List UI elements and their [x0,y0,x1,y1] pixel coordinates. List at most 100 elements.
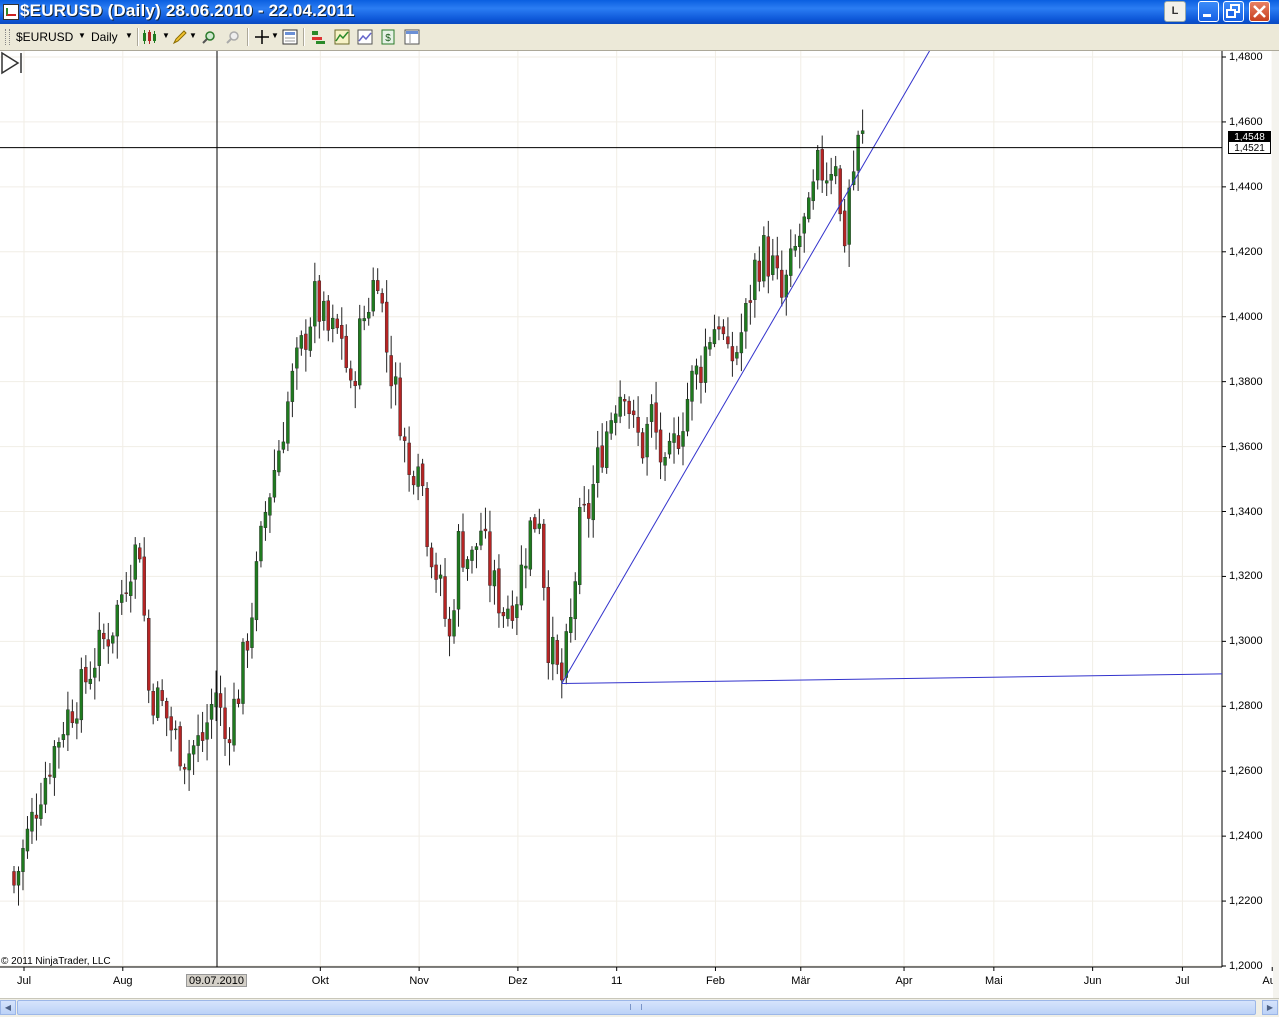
candle-body [721,326,726,335]
scroll-right-button[interactable]: ▶ [1262,1000,1278,1015]
candle-body [12,871,16,886]
chart-trader-icon[interactable] [357,29,373,45]
candle-body [452,610,456,637]
x-axis-tick-label: Dez [508,975,528,987]
close-button[interactable] [1249,1,1270,22]
chart-toolbar: $EURUSD ▼ Daily ▼ ▼ ▼ ▼ $ [0,24,1279,51]
zoom-in-icon[interactable] [201,29,217,45]
instrument-dropdown-icon[interactable]: ▼ [78,31,86,40]
candle-body [636,416,640,433]
link-button[interactable]: L [1164,1,1186,22]
candle-body [690,370,694,402]
candle-body [70,711,75,724]
candle-body [506,608,510,619]
candle-body [281,441,286,450]
candle-body [380,293,384,304]
candle-body [272,470,277,498]
candle-body [398,377,402,437]
candle-body [407,442,411,475]
candle-body [757,260,762,282]
candle-body [753,259,757,300]
candle-body [681,431,685,447]
candle-body [111,635,115,644]
candle-body [564,631,568,678]
crosshair-dropdown-icon[interactable]: ▼ [271,31,279,40]
candle-body [263,511,268,528]
candle-body [461,531,465,568]
candle-body [793,246,797,251]
candle-body [358,318,362,386]
chart-panel[interactable]: © 2011 NinjaTrader, LLC 09.07.2010 1,454… [0,51,1279,998]
candle-body [155,687,160,718]
crosshair-price-tag: 1,4521 [1228,141,1271,154]
restore-icon [1226,4,1240,18]
x-axis-tick-label: 11 [610,975,623,987]
period-selector[interactable]: Daily [91,30,118,44]
candle-body [411,476,416,486]
drawing-tools-icon[interactable] [172,29,188,45]
candle-body [434,564,438,580]
chart-style-dropdown-icon[interactable]: ▼ [162,31,170,40]
candle-body [726,336,730,345]
candle-body [52,746,57,778]
candle-body [456,531,461,610]
candle-body [21,848,25,872]
candle-body [160,690,164,701]
candle-body [560,662,564,681]
orders-icon[interactable]: $ [380,29,396,45]
indicators-icon[interactable] [334,29,350,45]
candle-body [245,640,250,651]
chart-style-icon[interactable] [142,29,162,45]
crosshair-icon[interactable] [254,29,270,45]
candle-body [344,335,348,368]
candle-body [250,617,254,648]
drawing-tools-dropdown-icon[interactable]: ▼ [189,31,197,40]
scroll-left-button[interactable]: ◀ [0,1000,16,1015]
strategies-icon[interactable] [311,29,327,45]
zoom-out-icon[interactable] [225,29,241,45]
candle-body [290,370,295,402]
candle-body [146,618,151,691]
y-axis-tick-label: 1,2200 [1229,895,1263,908]
y-axis-tick-label: 1,4000 [1229,310,1263,323]
candle-body [766,236,771,277]
candle-body [515,604,519,618]
close-icon [1253,5,1266,18]
candle-body [416,466,420,487]
y-axis-tick-label: 1,4600 [1229,115,1263,128]
candle-body [735,352,739,359]
svg-text:$: $ [385,33,391,44]
candle-body [739,332,744,354]
restore-button[interactable] [1223,1,1244,22]
data-box-icon[interactable] [282,29,298,45]
instrument-selector[interactable]: $EURUSD [16,30,73,44]
candle-body [699,366,703,383]
x-axis-tick-label: Apr [895,975,913,987]
candle-body [672,433,676,443]
window-title: $EURUSD (Daily) 28.06.2010 - 22.04.2011 [20,1,355,20]
candle-body [658,429,663,463]
candle-body [317,280,322,322]
candle-body [622,399,627,402]
candle-body [587,503,591,519]
candle-body [43,777,48,805]
candle-body [533,517,537,530]
price-chart[interactable] [0,51,1279,998]
candle-body [34,814,39,819]
y-axis-tick-label: 1,2800 [1229,700,1263,713]
candle-body [173,728,178,731]
candle-body [286,401,290,444]
minimize-button[interactable] [1198,1,1219,22]
toolbar-grip [5,29,10,45]
x-axis-tick-label: Mär [791,975,811,987]
properties-icon[interactable] [404,29,420,45]
toolbar-separator [247,28,249,46]
candle-body [384,301,389,353]
candle-body [537,523,542,529]
candle-body [420,463,425,487]
candle-body [79,669,84,721]
scroll-to-end-icon[interactable] [0,51,26,75]
period-dropdown-icon[interactable]: ▼ [125,31,133,40]
candle-body [182,767,187,770]
horizontal-scrollbar[interactable]: ◀ ▶ [0,998,1279,1017]
